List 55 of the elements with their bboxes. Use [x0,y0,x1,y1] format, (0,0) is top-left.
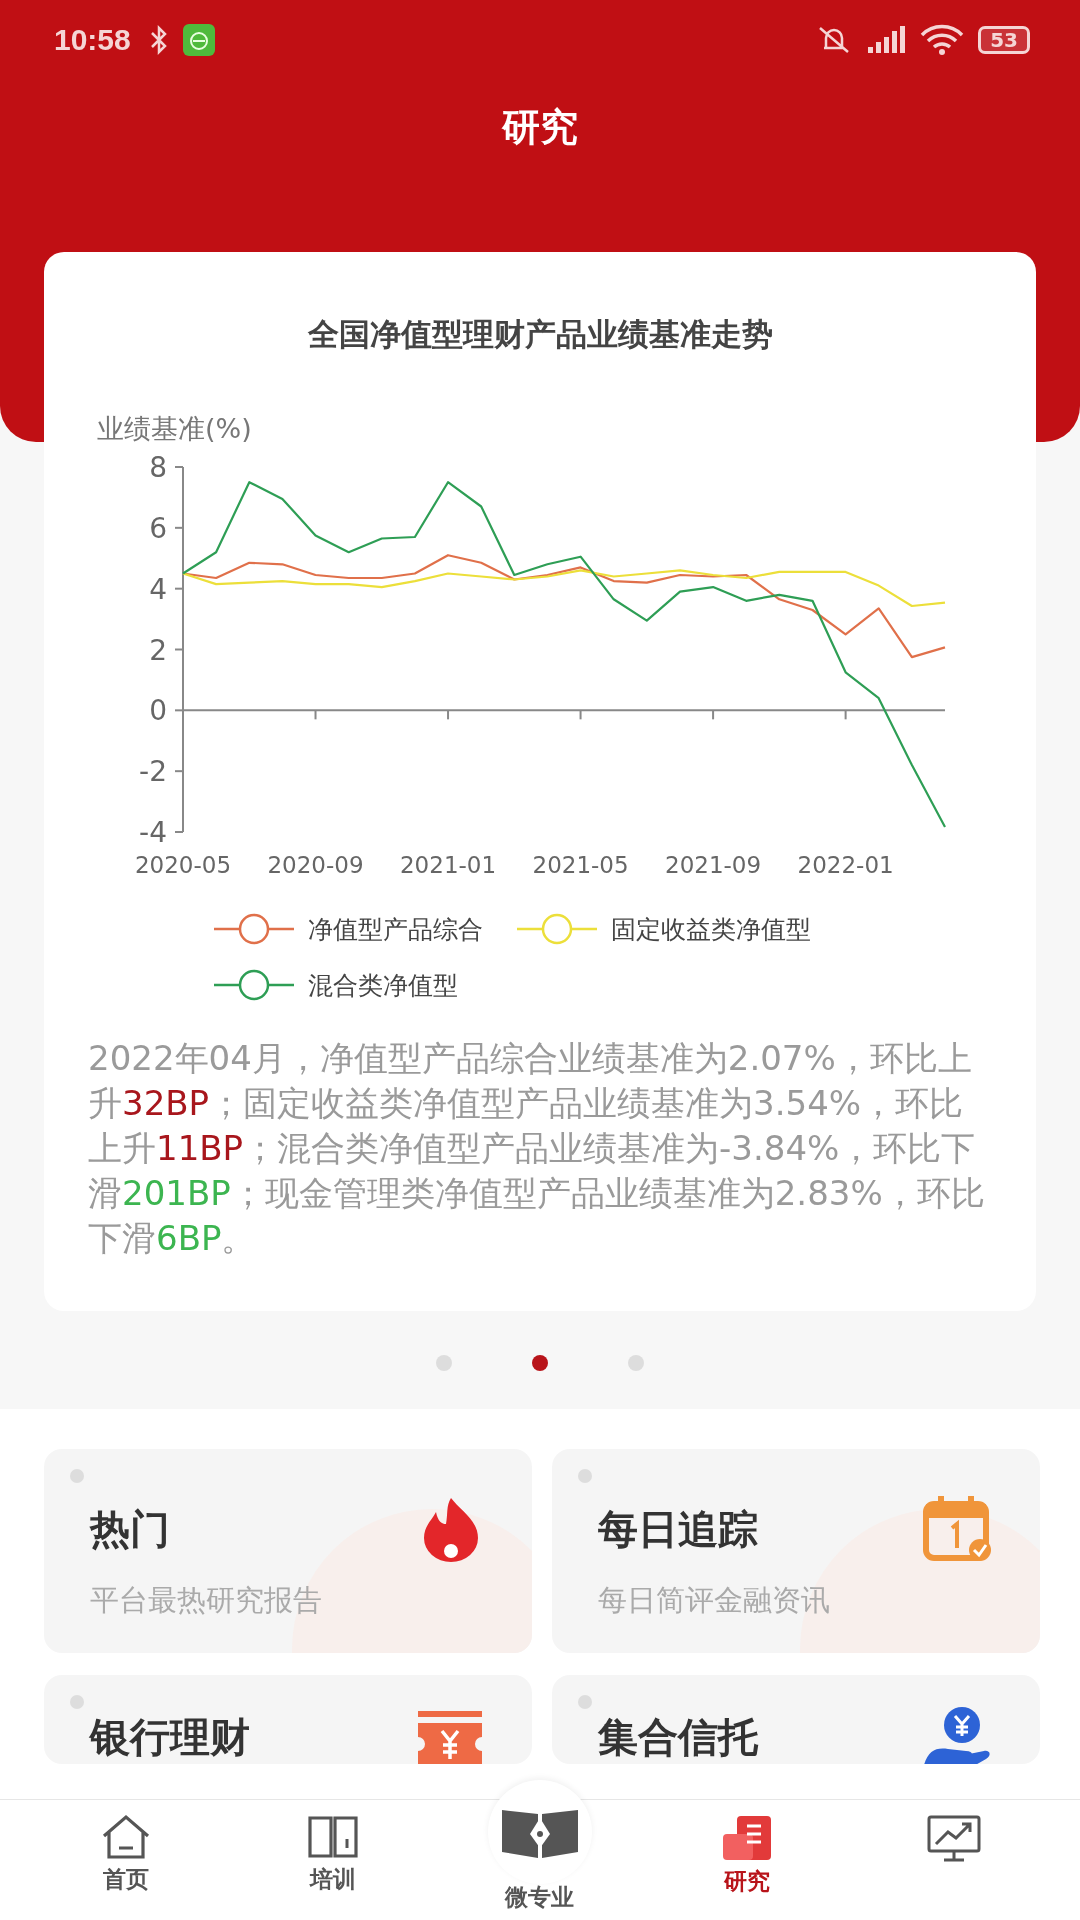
category-tile[interactable]: 银行理财 [44,1675,532,1764]
page-indicator-dot[interactable] [628,1355,644,1371]
nav-tab[interactable]: 研究 [662,1800,833,1897]
nav-tab[interactable]: 培训 [247,1800,418,1895]
nav-label: 微专业 [505,1883,575,1912]
tile-dot [70,1695,84,1709]
y-tick-label: -2 [139,755,167,789]
x-tick-label: 2021-01 [400,852,497,878]
y-tick-label: 0 [149,694,167,728]
legend-label: 净值型产品综合 [308,913,483,946]
summary-text: 2022年04月，净值型产品综合业绩基准为2.07%，环比上升32BP；固定收益类净值型产品业绩基准为3.54%，环比上升11BP；混合类净值型产品业绩基准为-3.84%，环比下滑201BP；现金管理类净值型产品业绩基准为2.83%，环比下滑6BP。 [88,1037,986,1260]
tile-title: 每日追踪 [598,1504,758,1554]
y-tick-label: 6 [149,511,167,545]
x-tick-label: 2020-05 [134,852,232,878]
wifi-icon [920,24,965,56]
chart-title: 全国净值型理财产品业绩基准走势 [306,315,774,354]
status-time: 10:58 [54,23,131,57]
nav-tab[interactable]: 微专业 [454,1780,625,1913]
x-tick-label: 2021-09 [665,852,762,878]
category-tile[interactable]: 每日追踪 每日简评金融资讯 [552,1449,1040,1653]
y-tick-label: 4 [149,572,167,606]
calendar-icon [922,1494,994,1564]
tile-title: 集合信托 [598,1712,758,1762]
page-indicator-dot[interactable] [532,1355,548,1371]
nav-label: 首页 [102,1865,149,1894]
tile-dot [578,1695,592,1709]
tile-subtitle: 平台最热研究报告 [90,1582,323,1619]
y-tick-label: -4 [139,816,167,849]
tile-title: 银行理财 [90,1712,250,1762]
document-icon [721,1814,774,1862]
x-tick-label: 2022-01 [797,852,894,878]
tile-dot [70,1469,84,1483]
legend-label: 混合类净值型 [308,969,458,1002]
trend-chart-icon [926,1814,983,1864]
category-tile[interactable]: 集合信托 [552,1675,1040,1764]
y-tick-label: 2 [149,633,167,667]
y-tick-label: 8 [149,451,167,484]
book-icon [306,1814,359,1860]
signal-icon [866,25,907,55]
category-tile[interactable]: 热门 平台最热研究报告 [44,1449,532,1653]
page-title: 研究 [500,104,579,151]
app-notification-icon [182,24,215,56]
y-axis-label: 业绩基准(%) [97,413,252,444]
page-indicator-dot[interactable] [436,1355,452,1371]
nav-label: 研究 [724,1867,771,1896]
tile-dot [578,1469,592,1483]
nav-tab[interactable]: 首页 [40,1800,211,1895]
tile-title: 热门 [90,1504,170,1554]
x-tick-label: 2020-09 [267,852,364,878]
x-tick-label: 2021-05 [532,852,629,878]
battery-indicator: 53 [978,26,1030,54]
bluetooth-icon [148,25,169,55]
legend-label: 固定收益类净值型 [611,913,811,946]
tile-subtitle: 每日简评金融资讯 [598,1582,831,1619]
nav-label: 培训 [309,1865,356,1894]
